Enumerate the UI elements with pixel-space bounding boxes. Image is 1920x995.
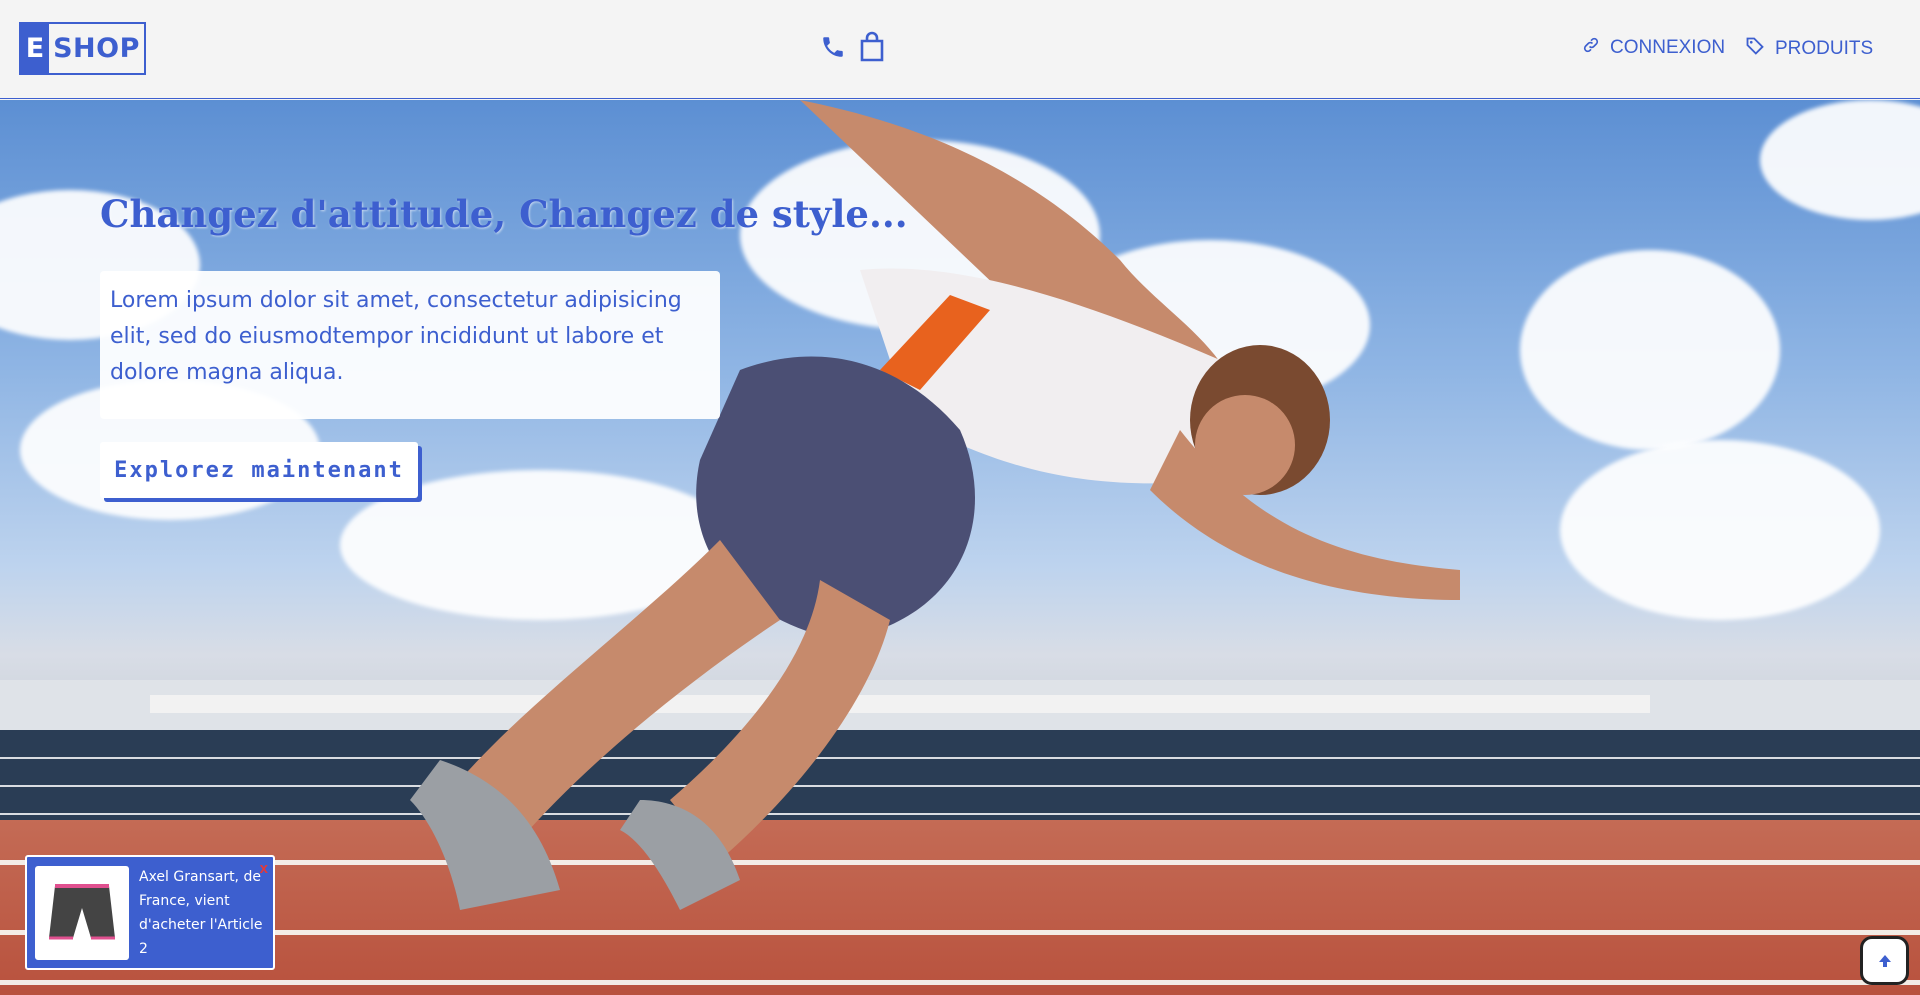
cloud-shape [1760,100,1920,220]
eshop-logo[interactable]: E SHOP [19,22,146,75]
notification-text: Axel Gransart, de France, vient d'achete… [139,868,263,957]
scroll-to-top-button[interactable] [1860,936,1909,985]
nav-connexion[interactable]: CONNEXION [1582,36,1725,60]
tag-icon [1745,36,1765,62]
phone-icon[interactable] [818,30,848,64]
hero-description: Lorem ipsum dolor sit amet, consectetur … [100,271,720,419]
purchase-notification: Axel Gransart, de France, vient d'achete… [25,855,275,970]
nav-produits[interactable]: PRODUITS [1745,36,1873,62]
nav-connexion-label: CONNEXION [1610,37,1726,58]
arrow-up-icon [1878,954,1891,967]
cloud-shape [1560,440,1880,620]
shopping-bag-icon[interactable] [857,30,887,64]
site-header: E SHOP CONNEXION PRODUITS [0,0,1920,99]
close-icon[interactable]: x [260,860,268,877]
cloud-shape [1520,250,1780,450]
shorts-icon [49,883,115,939]
hero-title: Changez d'attitude, Changez de style... [100,192,908,236]
product-thumbnail [35,865,129,960]
nav-produits-label: PRODUITS [1775,38,1874,59]
logo-text: SHOP [53,33,140,64]
link-icon [1582,36,1600,60]
hero-banner: Changez d'attitude, Changez de style... … [0,100,1920,995]
logo-prefix: E [21,24,49,73]
explore-now-button[interactable]: Explorez maintenant [100,442,418,498]
